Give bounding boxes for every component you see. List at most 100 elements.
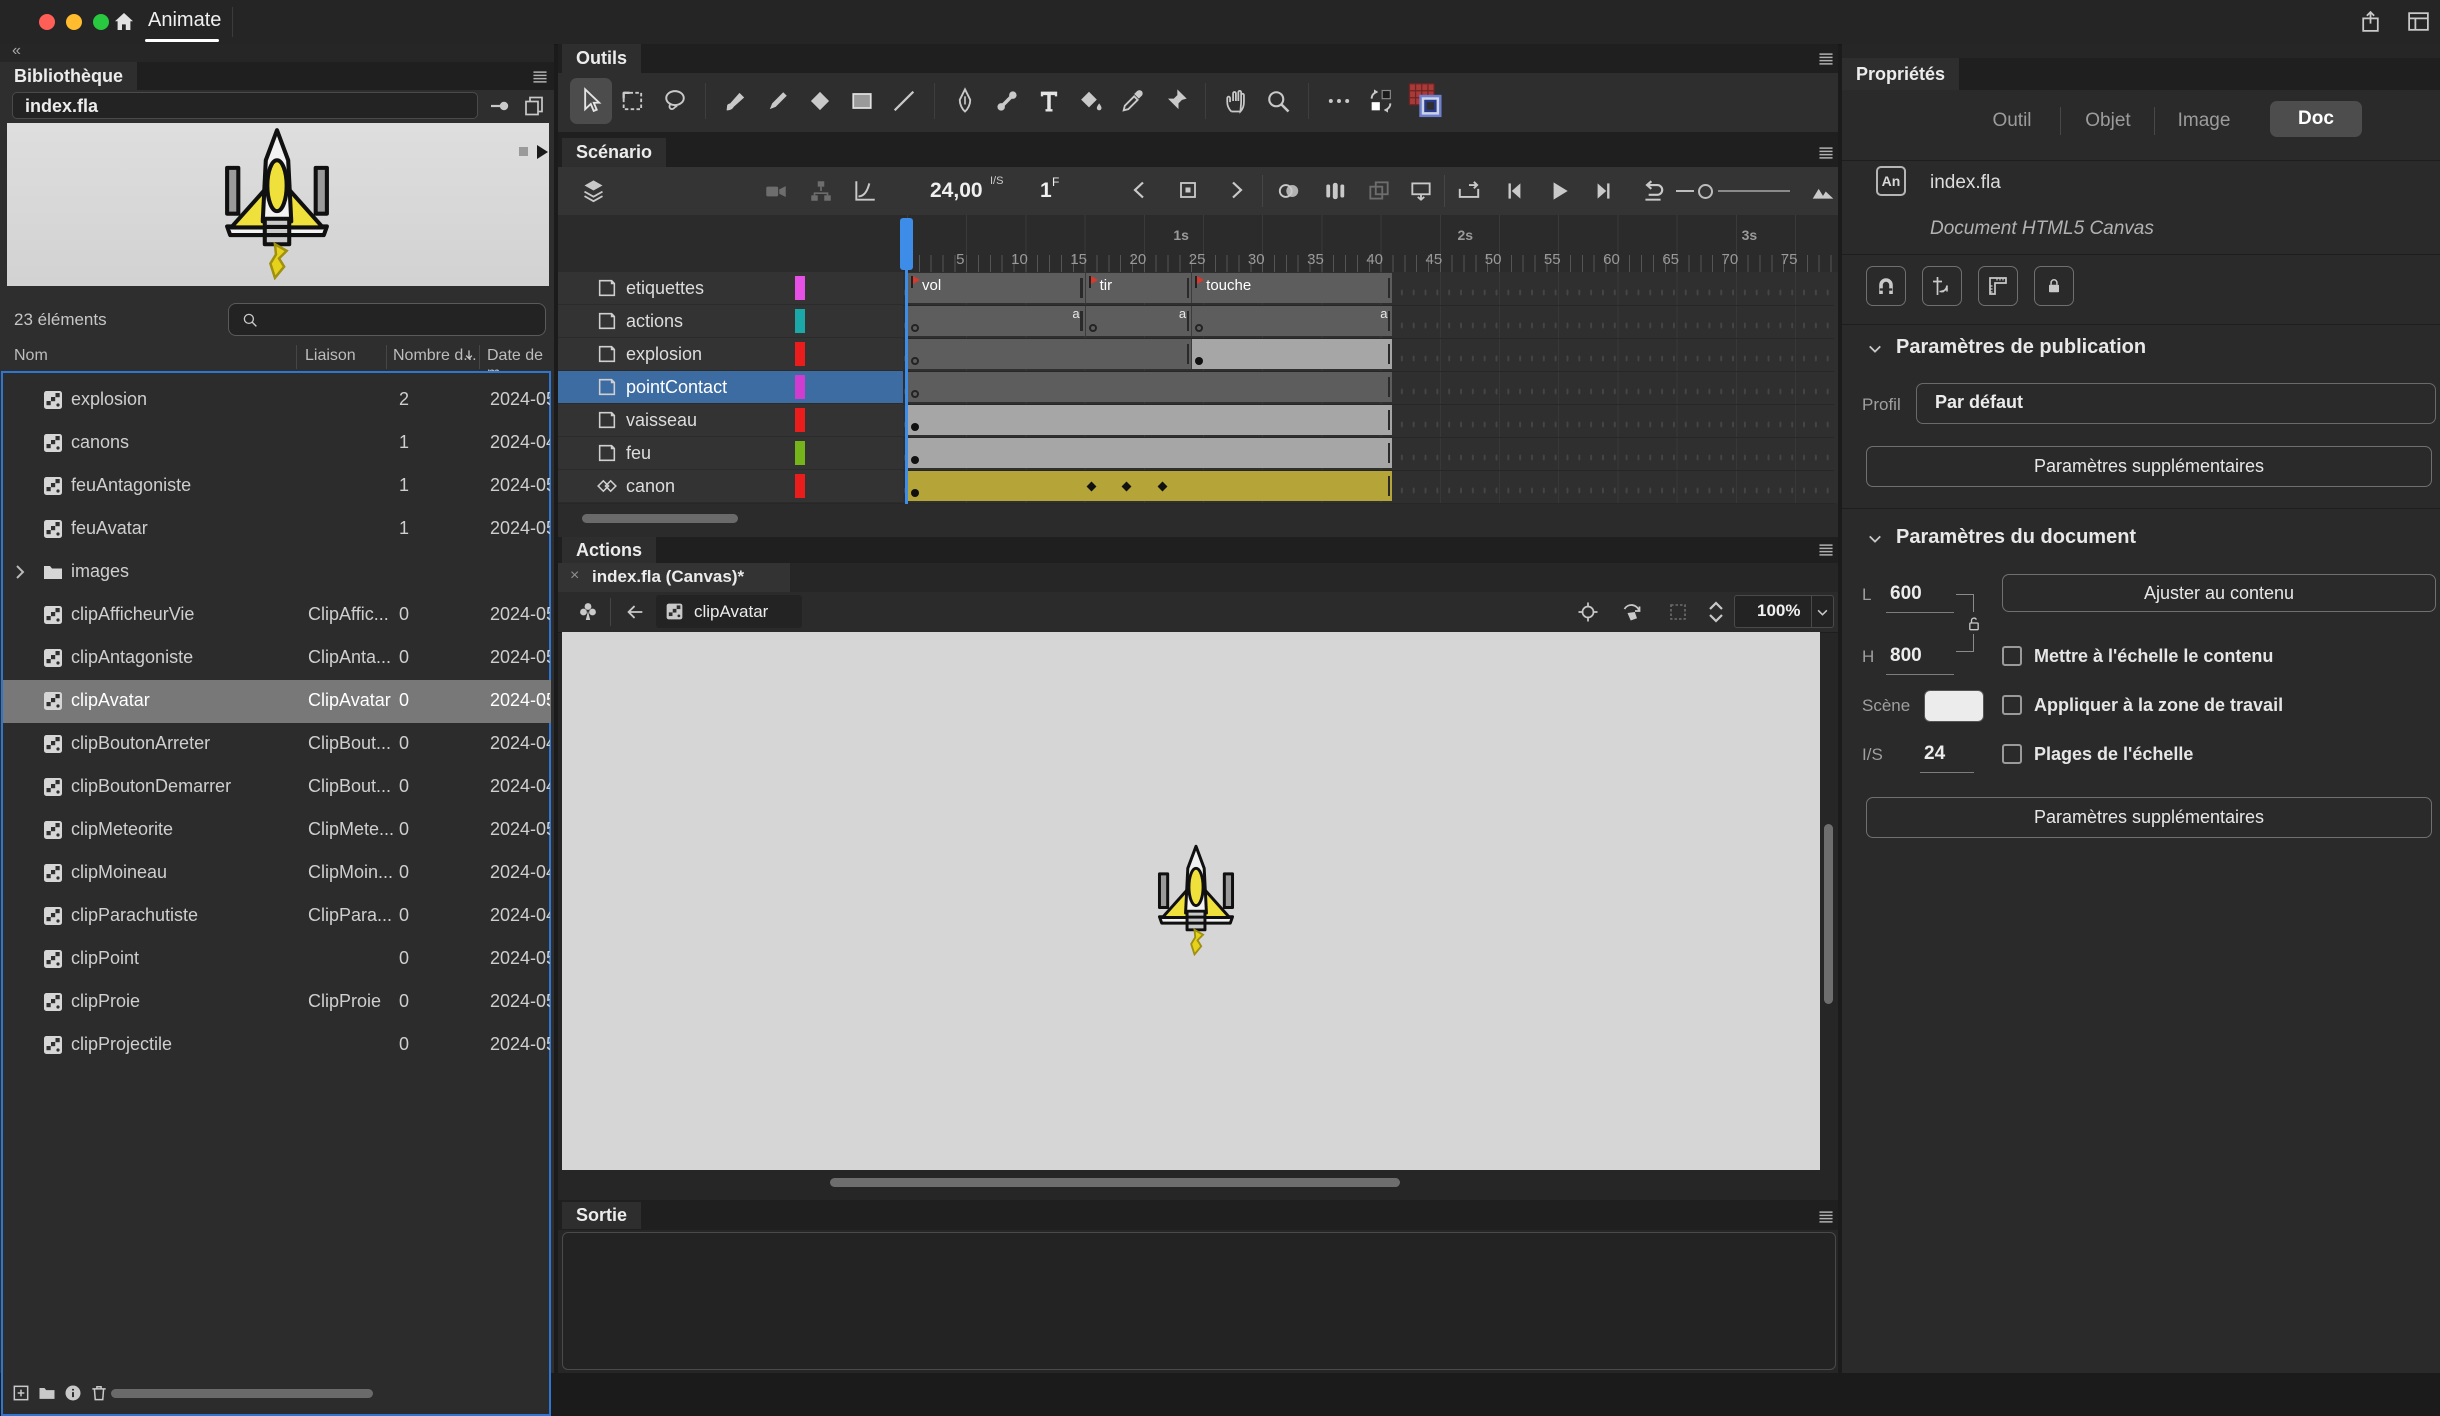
output-menu-icon[interactable] [1816, 1208, 1836, 1226]
paint-bucket-tool[interactable] [1070, 78, 1112, 124]
next-keyframe-icon[interactable] [1224, 178, 1248, 202]
document-tab-animate[interactable]: Animate [148, 9, 221, 32]
layer-name-cell[interactable]: feu [558, 437, 903, 469]
frame-span[interactable]: tir [1085, 273, 1192, 303]
library-tab[interactable]: Bibliothèque [0, 62, 137, 90]
preview-stop-icon[interactable] [519, 147, 528, 156]
rectangle-tool[interactable] [841, 78, 883, 124]
play-icon[interactable] [1546, 178, 1572, 204]
layer-color-swatch[interactable] [795, 342, 805, 366]
layers-stack-icon[interactable] [580, 177, 607, 204]
frame-ruler[interactable]: 510152025303540455055606570751s2s3s [558, 215, 1838, 273]
library-item[interactable]: clipParachutisteClipPara...02024-04 [3, 895, 551, 938]
rewind-loop-icon[interactable] [1640, 178, 1666, 204]
rulers-toggle[interactable] [1978, 266, 2018, 306]
scale-ranges-checkbox[interactable] [2002, 744, 2022, 764]
fps-value[interactable]: 24,00 [930, 179, 983, 203]
edit-scene-icon[interactable] [576, 600, 600, 624]
actions-tab[interactable]: Actions [562, 537, 656, 563]
tab-doc[interactable]: Doc [2270, 101, 2362, 137]
canvas-hscrollbar[interactable] [830, 1178, 1400, 1187]
layer-color-swatch[interactable] [795, 474, 805, 498]
frame-span[interactable] [907, 339, 1191, 369]
zoom-fit-icon[interactable] [1810, 178, 1836, 204]
library-item[interactable]: clipProjectile02024-05 [3, 1024, 551, 1067]
frame-span[interactable]: a [1191, 306, 1392, 336]
breadcrumb[interactable]: clipAvatar [656, 595, 802, 628]
free-transform-tool[interactable] [612, 78, 654, 124]
fit-to-content-button[interactable]: Ajuster au contenu [2002, 574, 2436, 612]
doc-more-settings-button[interactable]: Paramètres supplémentaires [1866, 797, 2432, 838]
actions-menu-icon[interactable] [1816, 541, 1836, 559]
pin-library-icon[interactable] [488, 94, 512, 118]
library-item[interactable]: clipAvatarClipAvatar02024-05 [3, 680, 551, 723]
height-value[interactable]: 800 [1890, 645, 1922, 667]
edit-multiple-frames-icon[interactable] [1366, 178, 1392, 204]
tools-tab[interactable]: Outils [562, 44, 641, 73]
wh-link-lock[interactable] [1964, 612, 1984, 634]
library-item[interactable]: feuAvatar12024-05 [3, 508, 551, 551]
timeline-layer-row[interactable]: actionsaaa [558, 305, 1834, 339]
output-console[interactable] [562, 1232, 1836, 1370]
loop-playback-icon[interactable] [1456, 178, 1482, 204]
library-search-input[interactable] [228, 303, 546, 336]
tab-outil[interactable]: Outil [1972, 103, 2052, 139]
timeline-layer-row[interactable]: etiquettesvoltirtouche [558, 272, 1834, 306]
library-item[interactable]: clipAfficheurVieClipAffic...02024-05 [3, 594, 551, 637]
onion-skin-icon[interactable] [1276, 178, 1302, 204]
step-back-icon[interactable] [1502, 178, 1528, 204]
delete-icon[interactable] [89, 1383, 109, 1403]
timeline-layer-row[interactable]: feu [558, 437, 1834, 471]
zoom-level-select[interactable]: 100% [1734, 595, 1834, 628]
width-value[interactable]: 600 [1890, 583, 1922, 605]
library-item[interactable]: clipMoineauClipMoin...02024-04 [3, 852, 551, 895]
timeline-layer-row[interactable]: canon [558, 470, 1834, 504]
hand-tool[interactable] [1215, 78, 1257, 124]
layer-color-swatch[interactable] [795, 276, 805, 300]
more-tools-button[interactable] [1318, 78, 1360, 124]
fps-value[interactable]: 24 [1924, 743, 1945, 765]
stage-canvas[interactable] [562, 632, 1820, 1170]
eraser-tool[interactable] [799, 78, 841, 124]
frame-span[interactable]: a [1085, 306, 1192, 336]
asset-warp-tool[interactable] [986, 78, 1028, 124]
timeline-zoom-slider[interactable] [1698, 184, 1713, 199]
new-folder-icon[interactable] [37, 1383, 57, 1403]
playhead[interactable] [900, 218, 913, 270]
library-menu-icon[interactable] [530, 68, 550, 86]
library-item[interactable]: clipAntagonisteClipAnta...02024-05 [3, 637, 551, 680]
collapse-panel-button[interactable]: « [12, 42, 21, 60]
step-forward-icon[interactable] [1590, 178, 1616, 204]
tab-objet[interactable]: Objet [2068, 103, 2148, 139]
timeline-zoom-track[interactable] [1718, 190, 1790, 192]
line-tool[interactable] [883, 78, 925, 124]
stage-spaceship[interactable] [1155, 844, 1237, 956]
timeline-menu-icon[interactable] [1816, 144, 1836, 162]
frame-span[interactable] [907, 372, 1392, 402]
layer-name-cell[interactable]: explosion [558, 338, 903, 370]
center-stage-icon[interactable] [1576, 600, 1600, 624]
lock-guides-toggle[interactable] [2034, 266, 2074, 306]
eyedropper-tool[interactable] [1112, 78, 1154, 124]
current-frame-value[interactable]: 1 [1040, 179, 1052, 203]
properties-tab[interactable]: Propriétés [1842, 58, 1959, 90]
previous-keyframe-icon[interactable] [1128, 178, 1152, 202]
layer-hierarchy-icon[interactable] [808, 178, 834, 204]
expander-icon[interactable] [11, 563, 29, 581]
timeline-layer-row[interactable]: vaisseau [558, 404, 1834, 438]
library-item[interactable]: clipPoint02024-05 [3, 938, 551, 981]
library-item[interactable]: clipProieClipProie02024-05 [3, 981, 551, 1024]
library-hscrollbar[interactable] [111, 1389, 373, 1398]
clip-bounds-icon[interactable] [1666, 600, 1690, 624]
layer-color-swatch[interactable] [795, 309, 805, 333]
layer-color-swatch[interactable] [795, 408, 805, 432]
publish-more-settings-button[interactable]: Paramètres supplémentaires [1866, 446, 2432, 487]
traffic-light-zoom[interactable] [93, 14, 109, 30]
library-item[interactable]: feuAntagoniste12024-05 [3, 465, 551, 508]
new-library-panel-icon[interactable] [522, 94, 546, 118]
traffic-light-close[interactable] [39, 14, 55, 30]
zoom-tool[interactable] [1257, 78, 1299, 124]
traffic-light-minimize[interactable] [66, 14, 82, 30]
snap-magnet-toggle[interactable] [1866, 266, 1906, 306]
publish-section-header[interactable]: Paramètres de publication [1896, 336, 2146, 359]
